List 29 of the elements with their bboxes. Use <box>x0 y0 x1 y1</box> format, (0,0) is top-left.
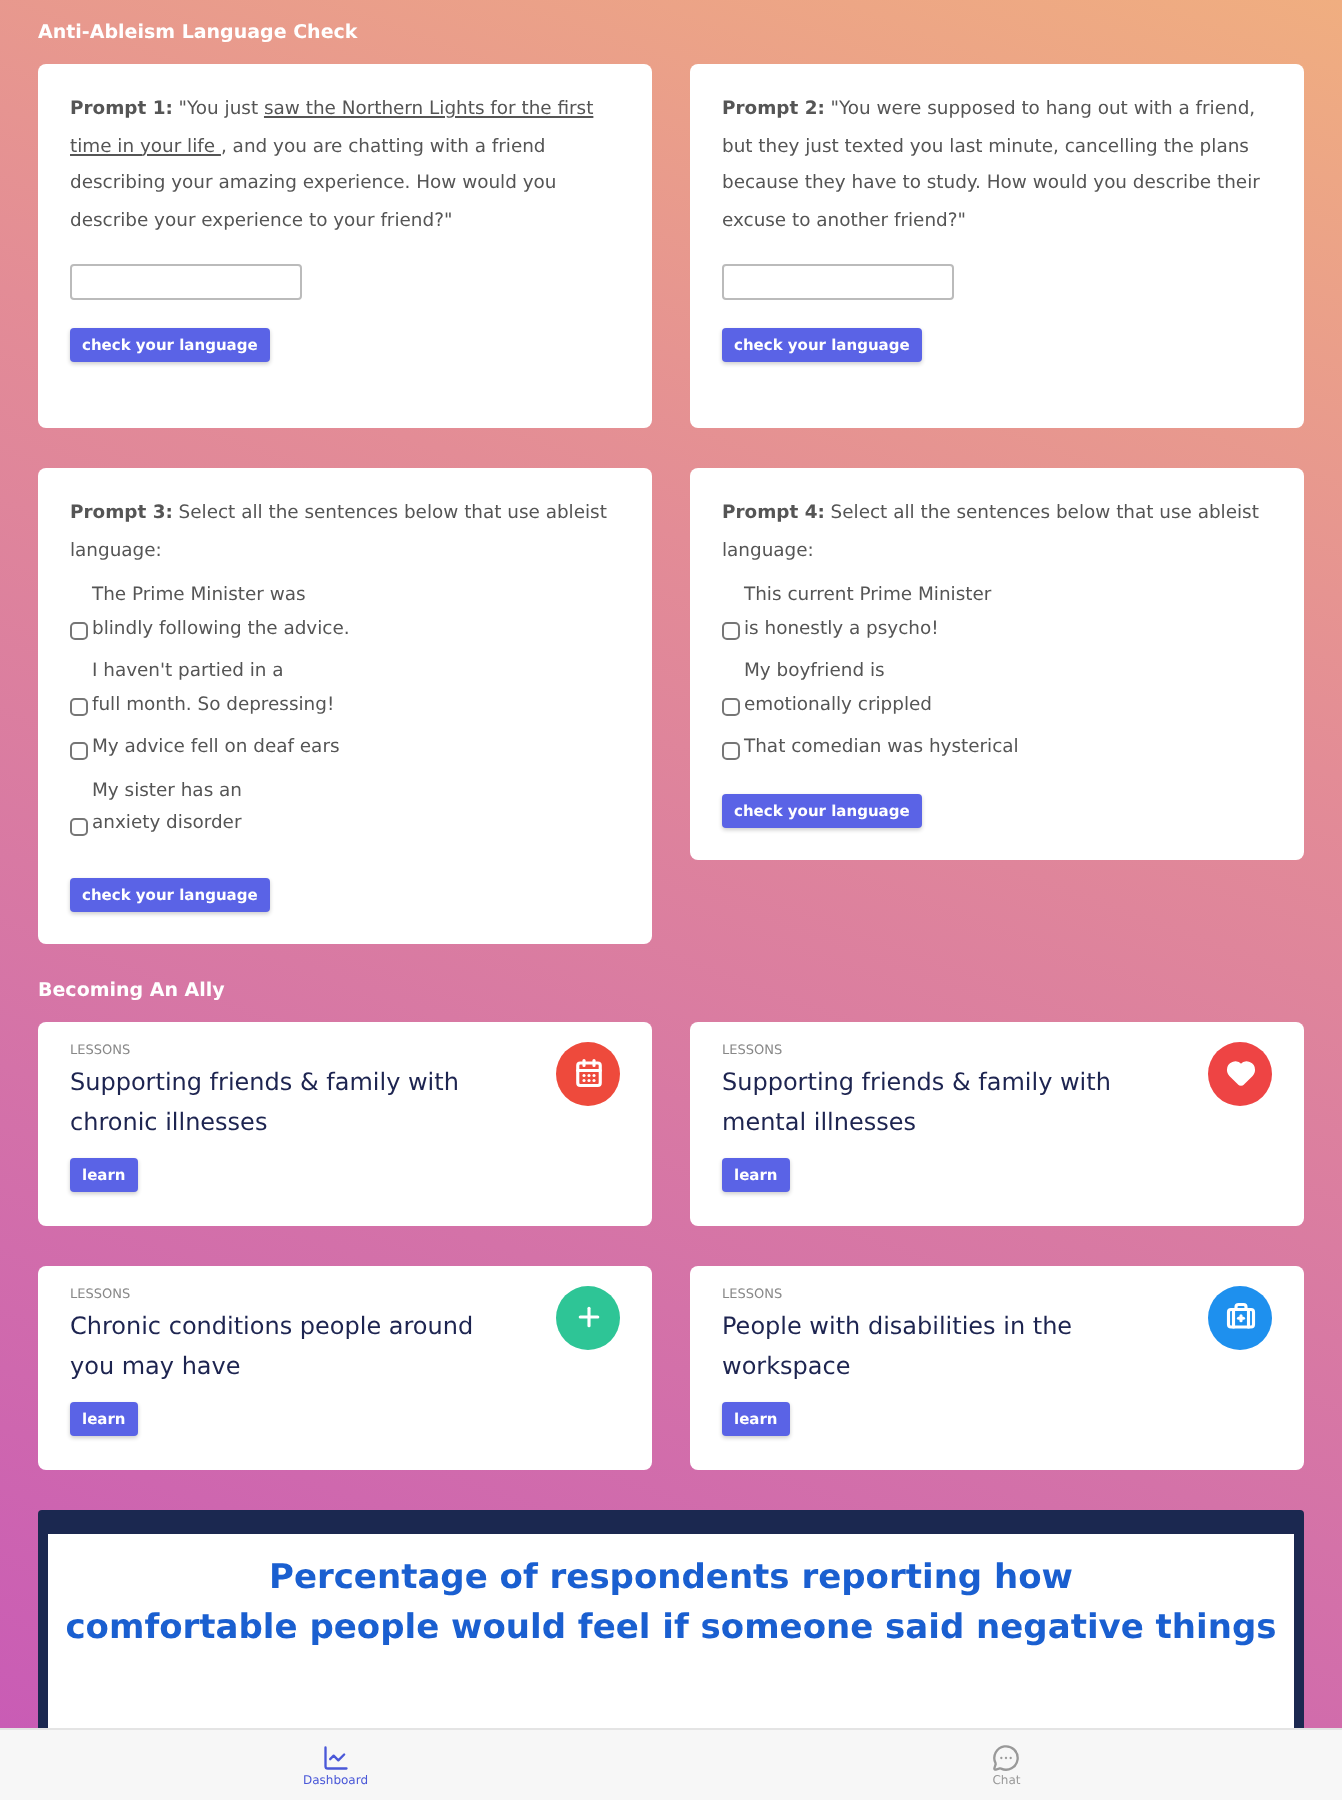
lesson-title: Supporting friends & family with mental illnesses <box>722 1065 1113 1139</box>
checkbox[interactable] <box>70 622 88 640</box>
answer-field[interactable] <box>70 264 302 300</box>
prompt-text: Prompt 1: "You just saw the Northern Lights for the first time in your life , and you are chatting with a friend describing your amazing experience. How would you describe your experience to your friend?" <box>70 96 596 235</box>
checkbox[interactable] <box>70 698 88 716</box>
chat-bubble-icon <box>992 1743 1021 1771</box>
checkbox[interactable] <box>722 698 740 716</box>
lesson-title: People with disabilities in the workspace <box>722 1309 1075 1383</box>
prompt-text: Prompt 2: "You were supposed to hang out with a friend, but they just texted you last minute, cancelling the plans because they have to study. How would you describe their excuse to another friend?" <box>722 96 1262 235</box>
lesson-title: Chronic conditions people around you may have <box>70 1309 476 1383</box>
checkbox[interactable] <box>722 741 740 759</box>
option-text: I haven't partied in a full month. So depressing! <box>92 658 335 719</box>
checkbox[interactable] <box>70 741 88 759</box>
option-text: My advice fell on deaf ears <box>92 734 340 762</box>
prompt-text: Prompt 4: Select all the sentences below that use ableist language: <box>722 500 1261 565</box>
line-chart-icon <box>321 1743 350 1771</box>
option-text: This current Prime Minister is honestly a psycho! <box>744 582 992 643</box>
option-text: The Prime Minister was blindly following the advice. <box>92 582 350 643</box>
option-text: My sister has an anxiety disorder <box>92 777 242 838</box>
option-text: My boyfriend is emotionally crippled <box>744 658 932 719</box>
checkbox[interactable] <box>722 622 740 640</box>
section-title: Becoming An Ally <box>38 979 227 1001</box>
answer-field[interactable] <box>722 264 954 300</box>
checkbox[interactable] <box>70 817 88 835</box>
prompt-text: Prompt 3: Select all the sentences below that use ableist language: <box>70 500 609 565</box>
section-title: Anti-Ableism Language Check <box>38 22 360 44</box>
lesson-title: Supporting friends & family with chronic illnesses <box>70 1065 461 1139</box>
infographic-title: Percentage of respondents reporting how comfortable people would feel if someone said negative things <box>63 1555 1279 1651</box>
option-text: That comedian was hysterical <box>744 734 1019 762</box>
